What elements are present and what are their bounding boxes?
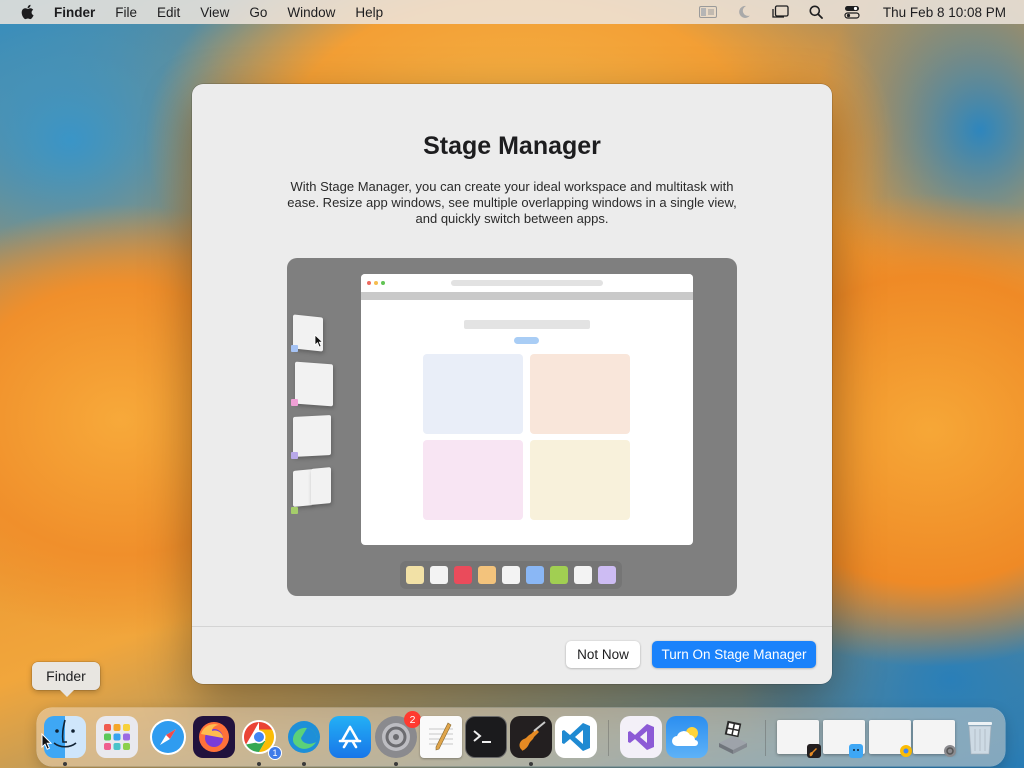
stage-manager-dialog: Stage Manager With Stage Manager, you ca… [192,84,832,684]
moon-icon[interactable] [735,4,753,20]
menu-help[interactable]: Help [355,5,383,20]
illustration-dock-app [526,566,544,584]
not-now-button[interactable]: Not Now [566,641,640,668]
dialog-title: Stage Manager [423,132,601,160]
chrome-profile-badge: 1 [268,746,282,760]
menu-window[interactable]: Window [287,5,335,20]
menu-view[interactable]: View [200,5,229,20]
illustration-dock-app [598,566,616,584]
garageband-icon[interactable] [510,716,552,758]
system-settings-icon[interactable]: 2 [375,711,421,758]
content-tile [423,440,523,520]
vscode-icon[interactable] [555,716,597,758]
dialog-divider [192,626,832,627]
address-bar [451,280,603,286]
apple-menu-icon[interactable] [18,3,36,21]
illustration-dock-app [502,566,520,584]
app-store-icon[interactable] [329,716,371,758]
placeholder-button [514,337,539,344]
illustration-dock [400,561,622,589]
boot-camp-icon[interactable] [712,716,754,758]
mouse-cursor-icon [41,733,52,750]
content-tile [530,354,630,434]
stage-thumbnail [295,361,333,407]
visual-studio-icon[interactable] [620,716,662,758]
illustration-toolbar [361,292,693,300]
weather-icon[interactable] [666,716,708,758]
menu-go[interactable]: Go [249,5,267,20]
illustration-dock-app [478,566,496,584]
minimized-window[interactable] [913,720,956,757]
running-indicator [394,762,398,766]
dock-separator [765,720,766,756]
dock-separator [608,720,609,756]
edge-icon[interactable] [283,716,325,758]
menu-clock[interactable]: Thu Feb 8 10:08 PM [883,5,1006,20]
illustration-dock-app [454,566,472,584]
running-indicator [529,762,533,766]
minimize-dot [374,281,378,285]
control-center-icon[interactable] [843,4,861,20]
stage-thumbnail [293,415,331,457]
stage-tag [291,399,298,406]
firefox-icon[interactable] [193,716,235,758]
stage-tag [291,345,298,352]
stage-manager-icon[interactable] [771,4,789,20]
placeholder-heading [464,320,590,329]
menu-bar: Finder File Edit View Go Window Help Thu… [0,0,1024,24]
illustration-window [361,274,693,545]
stage-tag [291,452,298,459]
chrome-icon[interactable]: 1 [238,716,282,760]
illustration-dock-app [574,566,592,584]
menu-edit[interactable]: Edit [157,5,180,20]
minimized-window[interactable] [823,720,865,758]
spotlight-search-icon[interactable] [807,4,825,20]
close-dot [367,281,371,285]
turn-on-stage-manager-button[interactable]: Turn On Stage Manager [652,641,816,668]
zoom-dot [381,281,385,285]
stage-tag [291,507,298,514]
minimized-window[interactable] [869,720,912,757]
running-indicator [302,762,306,766]
menu-app-name[interactable]: Finder [54,5,95,20]
notification-badge: 2 [404,711,421,728]
illustration-dock-app [430,566,448,584]
dialog-description: With Stage Manager, you can create your … [287,179,737,226]
minimized-window[interactable] [777,720,821,758]
illustration-dock-app [550,566,568,584]
terminal-icon[interactable] [465,716,507,758]
stage-manager-illustration [287,258,737,596]
illustration-window-titlebar [361,274,693,292]
menu-file[interactable]: File [115,5,137,20]
dock: 1 2 [37,708,1005,766]
stage-thumbnail [311,467,331,505]
display-icon[interactable] [698,4,717,20]
trash-icon[interactable] [959,716,1001,758]
stage-thumbnail [293,469,313,507]
safari-icon[interactable] [147,716,189,758]
running-indicator [257,762,261,766]
content-tile [423,354,523,434]
cursor-icon [314,334,323,348]
dock-tooltip: Finder [32,662,100,697]
launchpad-icon[interactable] [96,716,138,758]
textedit-icon[interactable] [420,716,462,758]
running-indicator [63,762,67,766]
content-tile [530,440,630,520]
illustration-dock-app [406,566,424,584]
